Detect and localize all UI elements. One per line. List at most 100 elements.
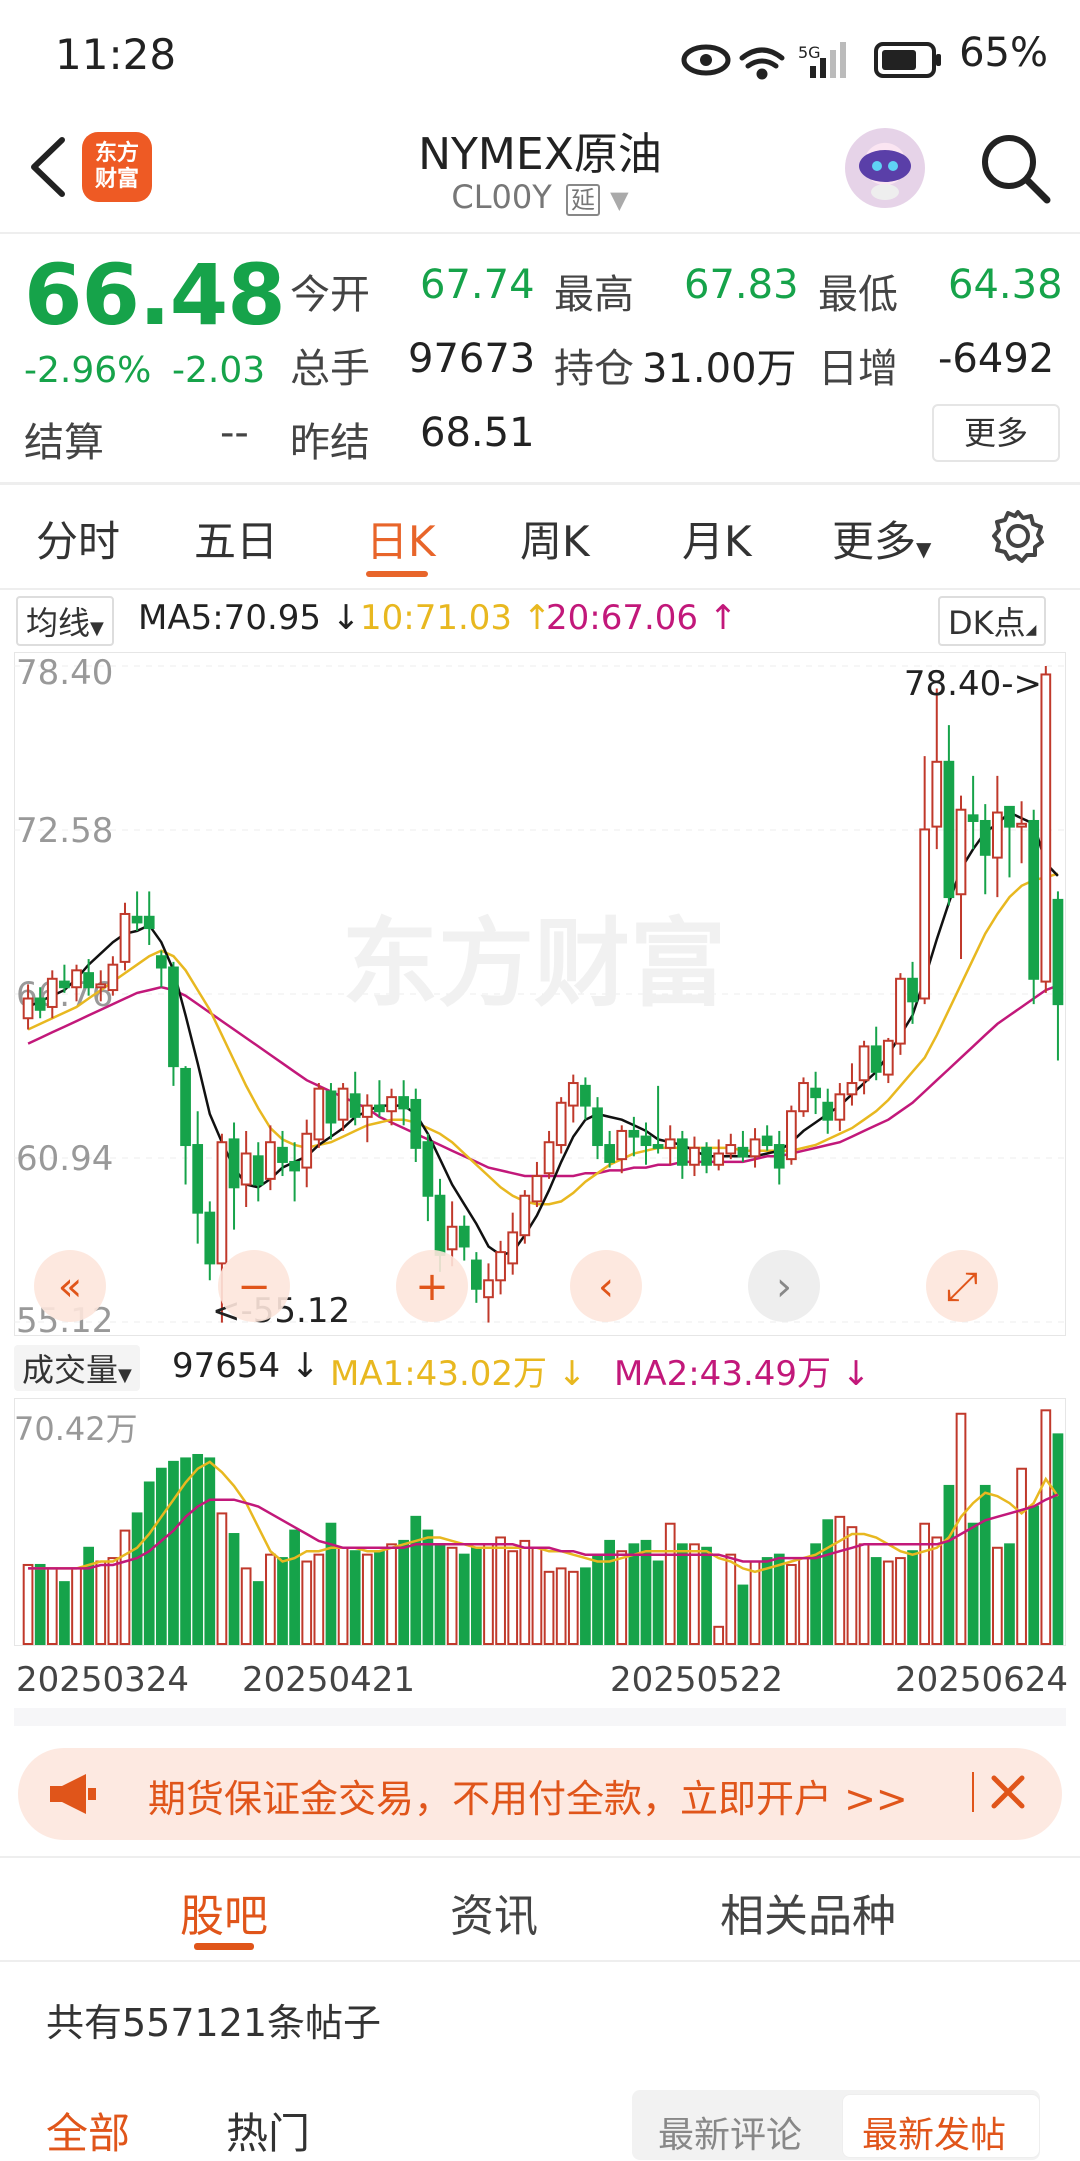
tab-weekly-k[interactable]: 周K <box>520 508 590 569</box>
volume-bar <box>604 1539 616 1645</box>
tab-forum[interactable]: 股吧 <box>180 1880 268 1944</box>
volume-bar <box>580 1567 591 1646</box>
tab-monthly-k[interactable]: 月K <box>682 508 752 569</box>
volume-bar <box>240 1567 252 1646</box>
clock: 11:28 <box>55 30 177 79</box>
prev-settle-value: 68.51 <box>420 410 535 456</box>
search-icon[interactable] <box>975 128 1055 208</box>
volume-bar <box>1052 1433 1064 1645</box>
volume-bar <box>858 1543 870 1645</box>
volume-bar <box>846 1526 858 1645</box>
filter-all[interactable]: 全部 <box>46 2100 130 2161</box>
post-count: 共有557121条帖子 <box>46 2001 382 2045</box>
volume-bar <box>361 1553 373 1646</box>
volume-bar <box>143 1481 155 1645</box>
candle <box>786 1105 797 1165</box>
volume-bar <box>907 1550 918 1646</box>
caret-down-icon: ▼ <box>118 1365 132 1386</box>
volume-chart[interactable]: 70.42万 <box>14 1398 1066 1646</box>
high-value: 67.83 <box>684 262 799 308</box>
close-icon[interactable] <box>990 1774 1026 1810</box>
volume-bar <box>1016 1467 1027 1645</box>
volume-bar <box>555 1567 567 1646</box>
tab-news[interactable]: 资讯 <box>450 1880 538 1944</box>
volume-bar <box>543 1570 555 1646</box>
volume-bar <box>59 1581 70 1646</box>
chart-bottom-strip <box>14 1708 1066 1726</box>
tab-intraday[interactable]: 分时 <box>36 508 120 569</box>
open-label: 今开 <box>290 272 370 318</box>
battery-icon <box>874 42 941 78</box>
divider <box>972 1772 974 1812</box>
volume-bar <box>410 1515 422 1645</box>
sort-latest-post[interactable]: 最新发帖 <box>862 2106 1006 2158</box>
volume-bar <box>228 1533 240 1645</box>
chart-control-button: › <box>748 1250 820 1322</box>
delay-badge: 延 <box>565 184 600 216</box>
x-axis-ticks <box>14 1646 1066 1654</box>
assistant-avatar-icon[interactable] <box>845 128 925 208</box>
daily-increase-value: -6492 <box>938 336 1055 382</box>
more-quote-button[interactable]: 更多 <box>932 404 1060 462</box>
volume-bar <box>470 1546 482 1645</box>
ma10-value: 10:71.03 ↑ <box>360 598 552 638</box>
divider <box>0 482 1080 485</box>
volume-bar <box>640 1539 652 1645</box>
volume-bar <box>761 1557 773 1646</box>
volume-bar <box>979 1484 991 1645</box>
x-label-4: 20250624 <box>895 1660 1069 1700</box>
volume-bar <box>252 1581 264 1646</box>
volume-bar <box>507 1550 519 1646</box>
volume-bar <box>689 1543 700 1645</box>
candle <box>519 1190 531 1244</box>
volume-bar <box>386 1543 397 1645</box>
active-tab-indicator <box>366 571 428 577</box>
volume-bar <box>46 1567 58 1646</box>
volume-bar <box>919 1522 931 1645</box>
volume-bar <box>313 1553 325 1646</box>
volume-bar <box>1040 1409 1052 1645</box>
dk-point-button[interactable]: DK点◢ <box>938 596 1047 646</box>
candle <box>895 973 906 1055</box>
svg-text:5G: 5G <box>798 43 821 62</box>
volume-bar <box>95 1560 107 1646</box>
volume-bar <box>567 1570 579 1646</box>
volume-bar <box>119 1529 131 1645</box>
volume-bar <box>882 1560 894 1646</box>
volume-bar <box>737 1584 749 1646</box>
gear-icon[interactable] <box>990 508 1046 564</box>
candle <box>1028 809 1040 1005</box>
volume-bar <box>616 1550 628 1646</box>
chart-control-button: ‹ <box>570 1250 642 1322</box>
ma-selector[interactable]: 均线▼ <box>16 596 114 646</box>
tab-more[interactable]: 更多▼ <box>832 508 931 569</box>
volume-bar <box>192 1453 204 1645</box>
volume-bar <box>289 1529 300 1645</box>
signal-icon: 5G <box>798 42 846 78</box>
divider <box>0 1856 1080 1858</box>
volume-bar <box>216 1512 228 1646</box>
tab-five-day[interactable]: 五日 <box>194 508 278 569</box>
megaphone-icon <box>50 1774 96 1814</box>
volume-bar <box>773 1553 785 1646</box>
volume-bar <box>168 1460 179 1645</box>
chart-control-button: + <box>396 1250 468 1322</box>
last-price: 66.48 <box>24 246 286 344</box>
open-value: 67.74 <box>420 262 535 308</box>
filter-hot[interactable]: 热门 <box>226 2100 310 2161</box>
sort-latest-comment[interactable]: 最新评论 <box>658 2106 802 2158</box>
volume-bar <box>701 1546 712 1645</box>
volume-bar <box>931 1536 943 1645</box>
volume-bar <box>204 1457 216 1645</box>
tab-related-products[interactable]: 相关品种 <box>720 1880 896 1944</box>
volume-bar <box>652 1560 664 1646</box>
volume-bar <box>676 1543 688 1645</box>
volume-indicator-selector[interactable]: 成交量▼ <box>14 1345 140 1391</box>
eye-icon <box>681 44 731 76</box>
change-value: -2.03 <box>172 350 266 391</box>
svg-text:⤢: ⤢ <box>946 1264 978 1310</box>
svg-text:›: › <box>776 1264 792 1310</box>
candlestick-chart[interactable]: 东方财富 78.4072.5866.7660.9455.12 78.40-> <… <box>14 652 1066 1336</box>
volume-bar <box>265 1553 276 1646</box>
tab-daily-k[interactable]: 日K <box>366 508 436 569</box>
